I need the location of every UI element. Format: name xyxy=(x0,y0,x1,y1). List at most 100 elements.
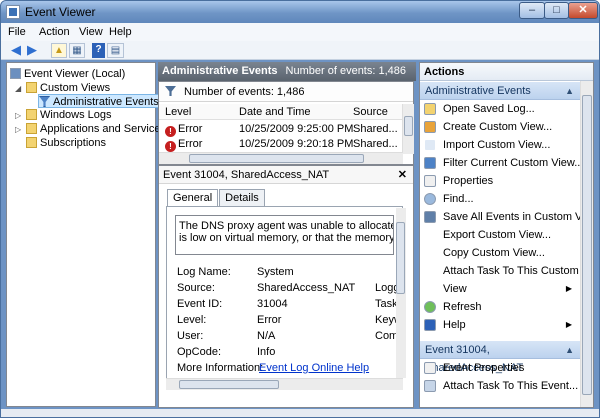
event-viewer-window: Event Viewer – □ ✕ File Action View Help… xyxy=(0,0,600,418)
more-information-label: More Information: xyxy=(177,362,264,374)
tab-details[interactable]: Details xyxy=(219,189,265,206)
blank-icon xyxy=(424,139,436,151)
level-label: Level: xyxy=(177,314,207,326)
action-refresh[interactable]: Refresh xyxy=(420,298,580,316)
expand-arrow-icon[interactable]: ▷ xyxy=(15,111,21,120)
filter-bar: Number of events: 1,486 xyxy=(159,82,413,102)
actions-section-administrative-events[interactable]: Administrative Events ▲ xyxy=(420,82,580,100)
up-folder-icon[interactable]: ▲ xyxy=(51,43,67,58)
close-button[interactable]: ✕ xyxy=(568,2,598,19)
middle-pane-event-count: Number of events: 1,486 xyxy=(285,65,407,77)
properties-icon xyxy=(424,362,436,374)
back-arrow-icon[interactable]: ◀ xyxy=(9,43,23,58)
opcode-value: Info xyxy=(257,346,276,358)
action-export-custom-view[interactable]: Export Custom View... xyxy=(420,226,580,244)
task-icon xyxy=(424,380,436,392)
submenu-arrow-icon: ▶ xyxy=(565,284,572,293)
scrollbar-thumb[interactable] xyxy=(189,154,364,163)
event-detail-pane: Event 31004, SharedAccess_NAT ✕ General D… xyxy=(158,165,414,408)
maximize-button[interactable]: □ xyxy=(544,2,569,19)
middle-pane-header: Administrative Events Number of events: 1… xyxy=(158,62,416,81)
console-tree: Event Viewer (Local) ◢ Custom Views Admi… xyxy=(6,62,181,407)
collapse-arrow-icon[interactable]: ◢ xyxy=(15,84,21,93)
window-title: Event Viewer xyxy=(25,5,96,19)
event-viewer-app-icon xyxy=(6,5,20,19)
actions-section-event[interactable]: Event 31004, SharedAccess_NAT ▲ xyxy=(420,341,580,374)
column-source[interactable]: Source xyxy=(353,106,388,118)
detail-vertical-scrollbar[interactable] xyxy=(396,208,406,378)
log-name-label: Log Name: xyxy=(177,266,231,278)
action-view[interactable]: View ▶ xyxy=(420,280,580,298)
event-list-vertical-scrollbar[interactable] xyxy=(402,104,414,154)
actions-title: Actions xyxy=(420,63,593,81)
event-list-header: Level Date and Time Source xyxy=(159,104,403,120)
filter-icon xyxy=(39,96,50,107)
close-icon[interactable]: ✕ xyxy=(398,166,407,184)
tree-item-event-viewer-local[interactable]: Event Viewer (Local) xyxy=(10,67,125,81)
user-label: User: xyxy=(177,330,204,342)
action-save-all-events[interactable]: Save All Events in Custom Vi... xyxy=(420,208,594,226)
tree-item-administrative-events[interactable]: Administrative Events xyxy=(38,94,162,108)
scrollbar-thumb[interactable] xyxy=(582,95,592,395)
computer-label: Com xyxy=(375,330,399,342)
menu-file[interactable]: File xyxy=(8,26,26,38)
event-detail-title: Event 31004, SharedAccess_NAT xyxy=(163,169,330,181)
menu-help[interactable]: Help xyxy=(109,26,132,38)
forward-arrow-icon[interactable]: ▶ xyxy=(25,43,39,58)
action-attach-task-custom-view[interactable]: Attach Task To This Custom ... xyxy=(420,262,591,280)
expand-arrow-icon[interactable]: ▷ xyxy=(15,125,21,134)
filter-icon xyxy=(165,86,176,96)
action-attach-task-to-event[interactable]: Attach Task To This Event... xyxy=(420,377,580,395)
action-import-custom-view[interactable]: Import Custom View... xyxy=(420,136,580,154)
source-value: SharedAccess_NAT xyxy=(257,282,356,294)
title-bar: Event Viewer – □ ✕ xyxy=(1,1,599,23)
action-filter-current-custom-view[interactable]: Filter Current Custom View... xyxy=(420,154,583,172)
tree-item-subscriptions[interactable]: Subscriptions xyxy=(26,136,106,150)
actions-pane: Actions Administrative Events ▲ Open Save… xyxy=(419,62,594,408)
event-description[interactable]: The DNS proxy agent was unable to alloca… xyxy=(175,215,394,255)
action-open-saved-log[interactable]: Open Saved Log... xyxy=(420,100,580,118)
table-row[interactable]: ! Error 10/25/2009 9:25:00 PM Shared... xyxy=(159,122,403,137)
scrollbar-thumb[interactable] xyxy=(179,380,279,389)
filter-star-icon xyxy=(424,121,436,133)
filter-icon xyxy=(424,157,436,169)
tree-item-windows-logs[interactable]: Windows Logs xyxy=(26,108,112,122)
action-properties[interactable]: Properties xyxy=(420,172,580,190)
event-detail-header: Event 31004, SharedAccess_NAT ✕ xyxy=(159,166,413,184)
show-hide-action-pane-icon[interactable]: ▤ xyxy=(107,43,124,58)
table-row[interactable]: ! Error 10/25/2009 9:20:18 PM Shared... xyxy=(159,137,403,152)
action-create-custom-view[interactable]: Create Custom View... xyxy=(420,118,580,136)
refresh-icon xyxy=(424,301,436,313)
tab-general[interactable]: General xyxy=(167,189,219,207)
event-log-online-help-link[interactable]: Event Log Online Help xyxy=(259,362,369,374)
action-help[interactable]: Help ▶ xyxy=(420,316,580,334)
detail-tabs: General Details xyxy=(167,189,266,207)
actions-vertical-scrollbar[interactable] xyxy=(580,81,593,407)
action-copy-custom-view[interactable]: Copy Custom View... xyxy=(420,244,580,262)
level-value: Error xyxy=(257,314,282,326)
event-id-label: Event ID: xyxy=(177,298,223,310)
tree-item-custom-views[interactable]: Custom Views xyxy=(26,81,110,95)
collapse-arrow-icon[interactable]: ▲ xyxy=(565,341,574,359)
middle-pane-title: Administrative Events xyxy=(162,65,278,77)
task-category-label: Task xyxy=(375,298,398,310)
action-event-properties[interactable]: Event Properties xyxy=(420,359,580,377)
event-id-value: 31004 xyxy=(257,298,288,310)
collapse-arrow-icon[interactable]: ▲ xyxy=(565,82,574,100)
menu-action[interactable]: Action xyxy=(39,26,70,38)
scrollbar-thumb[interactable] xyxy=(404,116,413,136)
menu-view[interactable]: View xyxy=(79,26,103,38)
detail-horizontal-scrollbar[interactable] xyxy=(166,378,403,390)
scrollbar-thumb[interactable] xyxy=(396,222,405,294)
folder-icon xyxy=(26,123,37,134)
open-folder-icon xyxy=(424,103,436,115)
show-hide-console-tree-icon[interactable]: ▦ xyxy=(69,43,85,58)
save-disk-icon xyxy=(424,211,436,223)
column-level[interactable]: Level xyxy=(165,106,191,118)
column-date-and-time[interactable]: Date and Time xyxy=(239,106,311,118)
minimize-button[interactable]: – xyxy=(519,2,545,19)
help-icon xyxy=(424,319,436,331)
event-list-horizontal-scrollbar[interactable] xyxy=(159,152,403,164)
action-find[interactable]: Find... xyxy=(420,190,580,208)
help-icon[interactable]: ? xyxy=(92,43,105,58)
